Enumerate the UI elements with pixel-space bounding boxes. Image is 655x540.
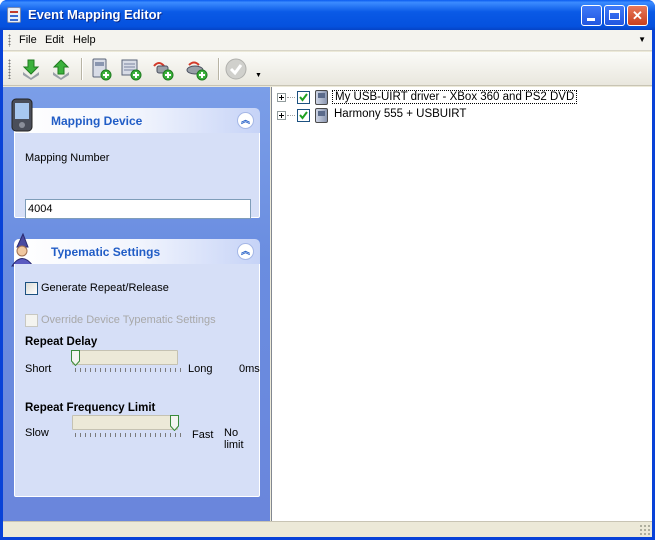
toolbar-separator bbox=[81, 58, 82, 80]
mapping-device-title: Mapping Device bbox=[51, 114, 143, 128]
app-icon[interactable] bbox=[7, 7, 21, 23]
pda-device-icon bbox=[11, 98, 33, 132]
override-typematic-label: Override Device Typematic Settings bbox=[41, 314, 216, 326]
toolbar: ▼ bbox=[3, 52, 652, 86]
add-remote-icon bbox=[153, 62, 174, 81]
typematic-settings-panel: Generate Repeat/Release Override Device … bbox=[14, 264, 260, 497]
repeat-frequency-slider-thumb[interactable] bbox=[170, 415, 179, 431]
mapping-device-panel: Mapping Number 4004 bbox=[14, 133, 260, 219]
status-bar bbox=[3, 521, 652, 537]
add-gamepad-button[interactable] bbox=[185, 57, 209, 81]
menu-bar: File Edit Help ▼ bbox=[3, 30, 652, 51]
repeat-frequency-heading: Repeat Frequency Limit bbox=[25, 402, 156, 414]
override-typematic-checkbox[interactable] bbox=[25, 314, 38, 327]
device-icon bbox=[315, 90, 328, 105]
mapping-tree[interactable]: My USB-UIRT driver - XBox 360 and PS2 DV… bbox=[271, 87, 652, 521]
mapping-device-header[interactable]: Mapping Device ︽ bbox=[14, 108, 260, 133]
menu-file[interactable]: File bbox=[16, 33, 40, 47]
tree-item[interactable]: Harmony 555 + USBUIRT bbox=[277, 107, 647, 125]
download-icon bbox=[22, 59, 40, 80]
generate-repeat-checkbox[interactable] bbox=[25, 282, 38, 295]
upload-button[interactable] bbox=[49, 57, 73, 81]
repeat-frequency-ticks bbox=[75, 433, 181, 437]
menu-overflow-icon[interactable]: ▼ bbox=[638, 35, 646, 44]
minimize-button[interactable] bbox=[581, 5, 602, 26]
repeat-delay-heading: Repeat Delay bbox=[25, 336, 98, 348]
typematic-settings-collapse-button[interactable]: ︽ bbox=[237, 243, 254, 260]
add-gamepad-icon bbox=[186, 61, 208, 81]
generate-repeat-label[interactable]: Generate Repeat/Release bbox=[41, 282, 169, 294]
repeat-frequency-max-label: Fast bbox=[192, 429, 214, 441]
apply-check-icon bbox=[225, 58, 247, 80]
minimize-icon bbox=[587, 18, 595, 21]
window-title: Event Mapping Editor bbox=[28, 7, 162, 22]
repeat-delay-ticks bbox=[75, 368, 181, 372]
add-device-list-button[interactable] bbox=[119, 57, 143, 81]
typematic-settings-title: Typematic Settings bbox=[51, 245, 161, 259]
tree-item-checkbox[interactable] bbox=[297, 109, 310, 122]
maximize-icon bbox=[609, 10, 620, 20]
repeat-delay-max-label: Long bbox=[188, 363, 213, 375]
repeat-frequency-value: No limit bbox=[224, 427, 244, 451]
wizard-icon bbox=[11, 233, 34, 267]
add-device-icon bbox=[92, 58, 112, 81]
toolbar-grip-icon[interactable] bbox=[8, 59, 11, 79]
device-icon bbox=[315, 108, 328, 123]
checkmark-icon bbox=[299, 111, 308, 120]
close-icon: ✕ bbox=[632, 8, 643, 23]
tree-line bbox=[287, 115, 295, 116]
download-button[interactable] bbox=[19, 57, 43, 81]
tree-item-checkbox[interactable] bbox=[297, 91, 310, 104]
repeat-delay-value: 0ms bbox=[239, 363, 260, 375]
tree-line bbox=[287, 97, 295, 98]
apply-dropdown-icon[interactable]: ▼ bbox=[255, 72, 262, 79]
mapping-number-input[interactable]: 4004 bbox=[25, 199, 251, 219]
tree-item-label[interactable]: Harmony 555 + USBUIRT bbox=[332, 108, 468, 120]
apply-button[interactable] bbox=[224, 57, 248, 81]
add-device-list-icon bbox=[121, 59, 142, 81]
mapping-number-label: Mapping Number bbox=[25, 152, 110, 164]
tree-item-label[interactable]: My USB-UIRT driver - XBox 360 and PS2 DV… bbox=[332, 90, 578, 104]
repeat-delay-slider-thumb[interactable] bbox=[71, 350, 80, 366]
menu-edit[interactable]: Edit bbox=[42, 33, 67, 47]
add-device-button[interactable] bbox=[89, 57, 113, 81]
title-bar[interactable]: Event Mapping Editor ✕ bbox=[0, 0, 655, 30]
tree-item[interactable]: My USB-UIRT driver - XBox 360 and PS2 DV… bbox=[277, 89, 647, 107]
resize-grip-icon[interactable] bbox=[639, 524, 650, 535]
checkmark-icon bbox=[299, 93, 308, 102]
chevron-up-icon: ︽ bbox=[240, 246, 250, 256]
repeat-delay-min-label: Short bbox=[25, 363, 52, 375]
menu-help[interactable]: Help bbox=[70, 33, 99, 47]
mapping-device-collapse-button[interactable]: ︽ bbox=[237, 112, 254, 129]
close-button[interactable]: ✕ bbox=[627, 5, 648, 26]
task-pane: Mapping Device ︽ Mapping Number 4004 Typ… bbox=[3, 87, 270, 521]
client-area: File Edit Help ▼ ▼ Mapping Device ︽ Mapp… bbox=[3, 30, 652, 537]
upload-icon bbox=[52, 59, 70, 80]
repeat-delay-slider-track[interactable] bbox=[72, 350, 178, 365]
typematic-settings-header[interactable]: Typematic Settings ︽ bbox=[14, 239, 260, 264]
expand-plus-icon[interactable] bbox=[277, 111, 286, 120]
expand-plus-icon[interactable] bbox=[277, 93, 286, 102]
main-window: Event Mapping Editor ✕ File Edit Help ▼ bbox=[0, 0, 655, 540]
add-remote-button[interactable] bbox=[151, 57, 175, 81]
repeat-frequency-min-label: Slow bbox=[25, 427, 49, 439]
toolbar-separator bbox=[218, 58, 219, 80]
menubar-grip-icon[interactable] bbox=[8, 34, 11, 47]
maximize-button[interactable] bbox=[604, 5, 625, 26]
chevron-up-icon: ︽ bbox=[240, 115, 250, 125]
repeat-frequency-slider-track[interactable] bbox=[72, 415, 178, 430]
